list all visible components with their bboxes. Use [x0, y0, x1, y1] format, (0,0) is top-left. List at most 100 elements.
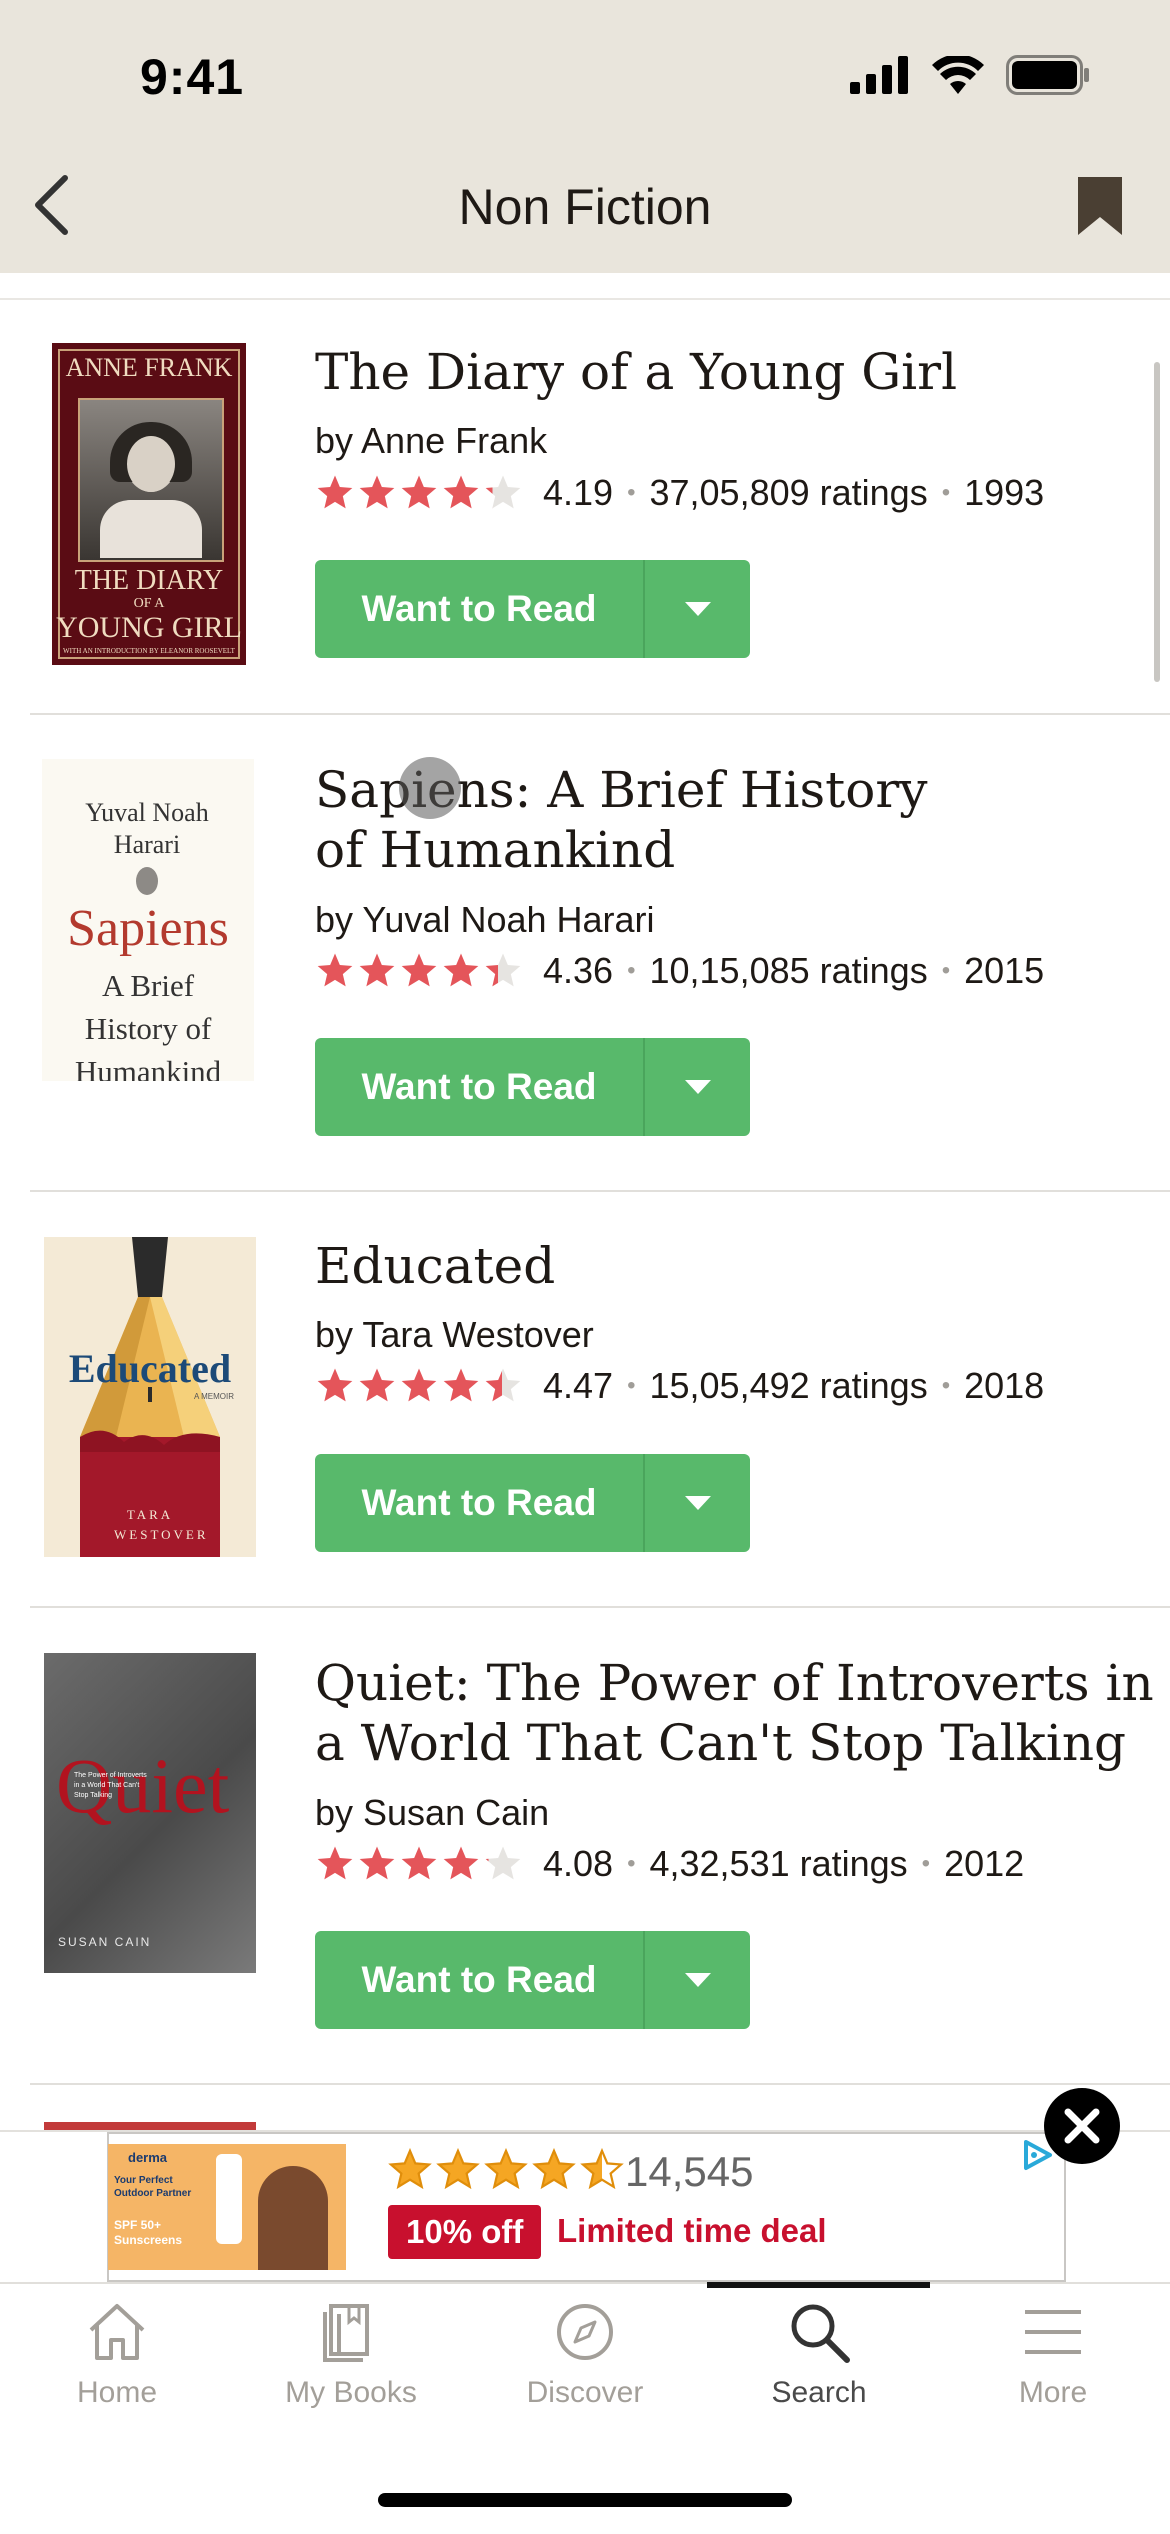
book-cover[interactable]: Yuval Noah Harari Sapiens A Brief Histor…: [42, 759, 254, 1081]
ad-product: SPF 50+ Sunscreens: [114, 2218, 183, 2247]
ad-product-image[interactable]: derma Your Perfect Outdoor Partner SPF 5…: [108, 2144, 346, 2270]
want-to-read-button[interactable]: Want to Read: [315, 1454, 643, 1552]
compass-icon: [557, 2304, 613, 2360]
star-icon: [359, 475, 395, 509]
separator-dot: •: [941, 957, 951, 984]
tab-label: Discover: [526, 2376, 644, 2409]
list-item-book-1[interactable]: ANNE FRANK THE DIARY OF A YOUNG GIRL WIT…: [30, 300, 1170, 714]
shelf-dropdown-button[interactable]: [645, 1454, 750, 1552]
star-icon: [401, 953, 437, 987]
rating-row: 4.36 • 10,15,085 ratings • 2015: [315, 950, 1044, 992]
separator-dot: •: [941, 479, 951, 506]
separator-dot: •: [627, 1850, 636, 1877]
star-icon: [443, 475, 479, 509]
cover-title: Sapiens: [67, 900, 229, 957]
star-icon: [443, 1846, 479, 1880]
book-author[interactable]: by Anne Frank: [315, 420, 547, 462]
star-icon: [317, 1368, 353, 1402]
chevron-down-icon: [684, 1080, 711, 1094]
rating-stars: [315, 473, 523, 513]
app-header: 9:41 Non Fiction: [0, 0, 1170, 273]
chevron-down-icon: [684, 1496, 711, 1510]
chevron-down-icon: [684, 602, 711, 616]
rating-stars: [315, 1844, 523, 1884]
list-item-book-4[interactable]: Quiet The Power of Introverts in a World…: [30, 1608, 1170, 2084]
star-icon: [484, 2148, 528, 2190]
star-icon: [317, 475, 353, 509]
ad-tagline: Your Perfect Outdoor Partner: [114, 2175, 192, 2199]
book-title[interactable]: The Diary of a Young Girl: [315, 342, 1155, 402]
cover-title-1: THE DIARY: [74, 565, 224, 596]
want-to-read-control: Want to Read: [315, 1038, 750, 1136]
star-icon: [443, 1368, 479, 1402]
rating-row: 4.08 • 4,32,531 ratings • 2012: [315, 1843, 1024, 1885]
star-icon: [401, 1846, 437, 1880]
cover-note: WITH AN INTRODUCTION BY ELEANOR ROOSEVEL…: [63, 647, 235, 655]
book-author[interactable]: by Tara Westover: [315, 1314, 594, 1356]
want-to-read-button[interactable]: Want to Read: [315, 1038, 643, 1136]
publish-year: 2018: [964, 1365, 1045, 1406]
star-icon: [580, 2148, 624, 2190]
ratings-count: 4,32,531 ratings: [649, 1843, 908, 1884]
book-author[interactable]: by Yuval Noah Harari: [315, 899, 655, 941]
average-rating: 4.08: [543, 1843, 614, 1884]
search-icon: [791, 2304, 850, 2363]
star-icon: [359, 953, 395, 987]
publish-year: 2015: [964, 950, 1045, 991]
cover-subtitle: A MEMOIR: [194, 1392, 235, 1401]
book-cover[interactable]: Quiet The Power of Introverts in a World…: [44, 1653, 256, 1973]
rating-stars: [315, 951, 523, 991]
star-icon: [443, 953, 479, 987]
want-to-read-control: Want to Read: [315, 1931, 750, 2029]
separator-dot: •: [921, 1850, 931, 1877]
bookmark-icon[interactable]: [1070, 175, 1130, 237]
ad-discount-badge: 10% off: [388, 2205, 542, 2259]
book-cover[interactable]: Educated A MEMOIR TARA WESTOVER: [44, 1237, 256, 1557]
cover-author: SUSAN CAIN: [58, 1935, 152, 1949]
star-icon: [485, 953, 521, 987]
ad-rating-stars: [388, 2148, 624, 2192]
star-icon: [485, 475, 521, 509]
chevron-down-icon: [684, 1973, 711, 1987]
tab-search[interactable]: Search: [702, 2300, 936, 2440]
active-tab-indicator: [707, 2282, 930, 2288]
ad-close-button[interactable]: [1044, 2088, 1120, 2164]
tab-my-books[interactable]: My Books: [234, 2300, 468, 2440]
tab-home[interactable]: Home: [0, 2300, 234, 2440]
list-item-book-2[interactable]: Yuval Noah Harari Sapiens A Brief Histor…: [30, 715, 1170, 1191]
shelf-dropdown-button[interactable]: [645, 560, 750, 658]
divider: [30, 2083, 1170, 2085]
home-icon: [89, 2304, 145, 2360]
publish-year: 2012: [944, 1843, 1025, 1884]
tab-more[interactable]: More: [936, 2300, 1170, 2440]
want-to-read-button[interactable]: Want to Read: [315, 560, 643, 658]
book-author[interactable]: by Susan Cain: [315, 1792, 549, 1834]
book-cover[interactable]: ANNE FRANK THE DIARY OF A YOUNG GIRL WIT…: [52, 343, 246, 665]
menu-icon: [1025, 2310, 1081, 2354]
separator-dot: •: [627, 957, 636, 984]
want-to-read-control: Want to Read: [315, 560, 750, 658]
status-icons: [850, 55, 1090, 95]
page-title: Non Fiction: [458, 179, 712, 235]
ad-brand: derma: [128, 2150, 168, 2165]
separator-dot: •: [941, 1372, 951, 1399]
tab-label: Search: [771, 2376, 867, 2409]
star-icon: [485, 1846, 521, 1880]
ad-review-count: 14,545: [625, 2148, 754, 2195]
cover-title: Educated: [68, 1346, 232, 1391]
signal-icon: [850, 56, 908, 94]
rating-stars: [315, 1366, 523, 1406]
list-item-book-3[interactable]: Educated A MEMOIR TARA WESTOVER Educated…: [30, 1192, 1170, 1607]
publish-year: 1993: [964, 472, 1045, 513]
book-title[interactable]: Quiet: The Power of Introverts in a Worl…: [315, 1653, 1155, 1773]
close-icon: [1064, 2108, 1100, 2144]
shelf-dropdown-button[interactable]: [645, 1931, 750, 2029]
shelf-dropdown-button[interactable]: [645, 1038, 750, 1136]
book-title[interactable]: Educated: [315, 1236, 1155, 1296]
fingerprint-icon: [136, 867, 158, 895]
tab-label: My Books: [285, 2376, 417, 2409]
tab-discover[interactable]: Discover: [468, 2300, 702, 2440]
want-to-read-button[interactable]: Want to Read: [315, 1931, 643, 2029]
ad-deal-text: Limited time deal: [557, 2212, 827, 2249]
average-rating: 4.19: [543, 472, 614, 513]
